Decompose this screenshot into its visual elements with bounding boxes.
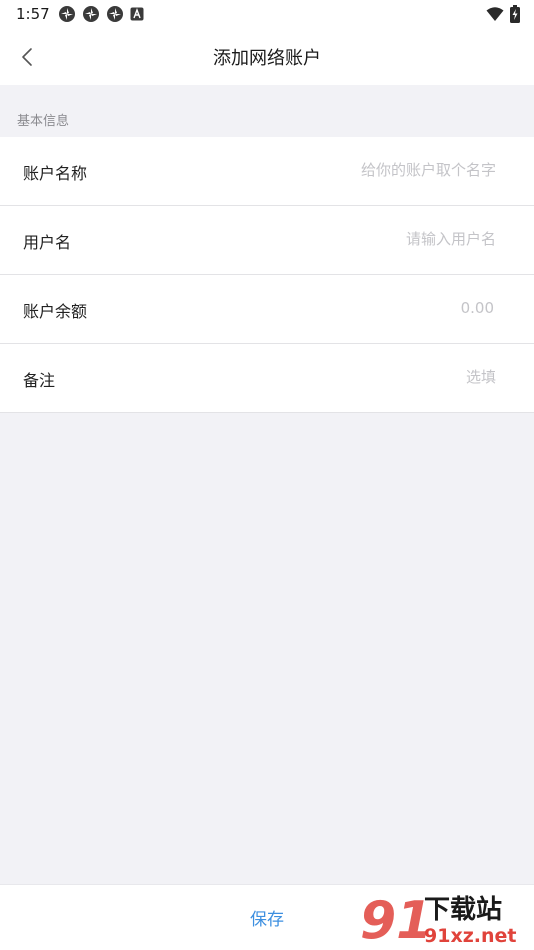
form-row-balance: 账户余额: [0, 275, 534, 344]
status-icons-left: [58, 5, 144, 23]
status-time: 1:57: [16, 5, 50, 23]
account-name-label: 账户名称: [23, 164, 88, 183]
account-name-input[interactable]: [236, 159, 496, 181]
username-input[interactable]: [236, 228, 496, 250]
balance-input[interactable]: [234, 297, 494, 319]
username-label: 用户名: [23, 233, 72, 252]
keyboard-a-icon: [130, 7, 144, 21]
watermark-logo-text: 91: [360, 891, 432, 946]
wifi-icon: [486, 7, 504, 21]
watermark-url: 91xz.net: [424, 925, 516, 946]
remark-label: 备注: [23, 371, 56, 390]
app-header: 添加网络账户: [0, 30, 534, 85]
section-title: 基本信息: [17, 114, 70, 129]
form-row-account-name: 账户名称: [0, 137, 534, 206]
remark-input[interactable]: [236, 366, 496, 388]
status-bar: 1:57: [0, 0, 534, 30]
app-notification-icon: [83, 6, 99, 22]
page-title: 添加网络账户: [213, 48, 321, 69]
watermark-logo: 91 下载站 91xz.net: [360, 888, 528, 950]
app-notification-icon: [107, 6, 123, 22]
watermark-site-name: 下载站: [424, 895, 502, 925]
form-row-remark: 备注: [0, 344, 534, 413]
battery-charging-icon: [510, 5, 520, 23]
app-notification-icon: [59, 6, 75, 22]
form-row-username: 用户名: [0, 206, 534, 275]
account-form: 账户名称 用户名 账户余额 备注: [0, 137, 534, 413]
watermark-logo-graphic: 91 下载站 91xz.net: [360, 891, 516, 950]
status-icons-right: [486, 5, 520, 23]
balance-label: 账户余额: [23, 302, 88, 321]
